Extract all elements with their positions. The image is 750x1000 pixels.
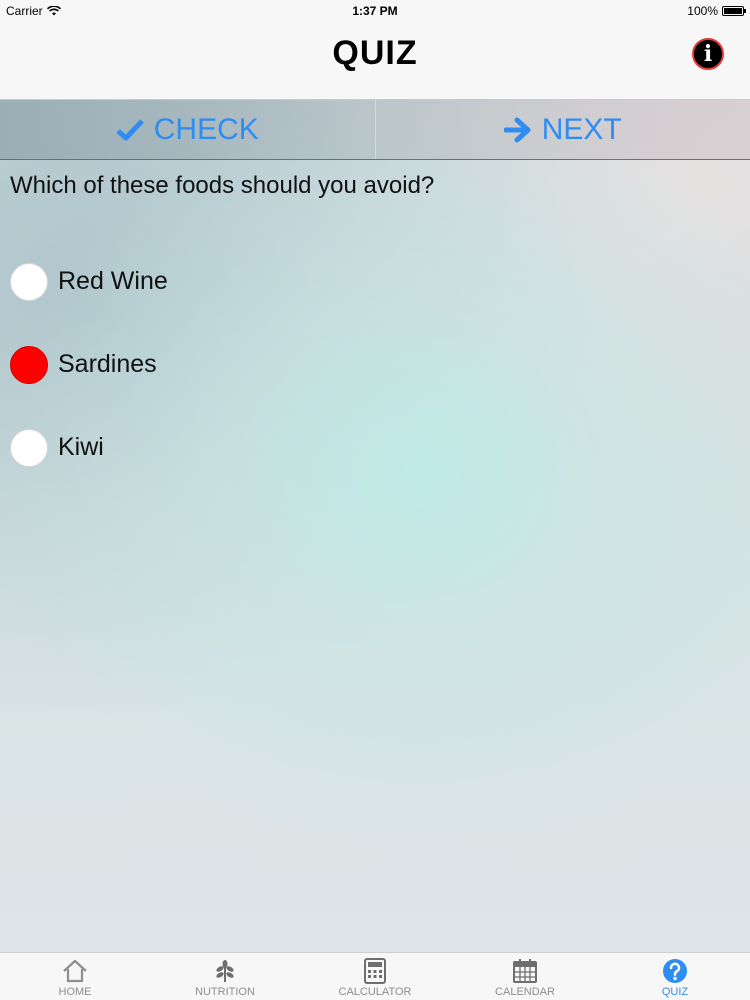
check-button[interactable]: CHECK xyxy=(0,100,375,159)
tab-calculator[interactable]: CALCULATOR xyxy=(300,953,450,1000)
next-label: NEXT xyxy=(541,112,622,146)
battery-info: 100% xyxy=(687,4,746,18)
question-icon xyxy=(663,959,687,983)
status-bar: Carrier 1:37 PM 100% xyxy=(0,0,750,22)
tab-label: NUTRITION xyxy=(195,986,255,998)
arrow-right-icon xyxy=(503,117,531,142)
tab-home[interactable]: HOME xyxy=(0,953,150,1000)
tab-bar: HOME NUTRITION CALCULATOR CALENDAR QUIZ xyxy=(0,952,750,1000)
page-title: QUIZ xyxy=(332,34,418,72)
leaf-icon xyxy=(216,960,234,982)
quiz-toolbar: CHECK NEXT xyxy=(0,100,750,160)
info-button[interactable]: i xyxy=(692,38,724,70)
checkmark-icon xyxy=(116,118,144,140)
option-kiwi[interactable]: Kiwi xyxy=(10,406,168,489)
option-sardines[interactable]: Sardines xyxy=(10,323,168,406)
battery-icon xyxy=(722,6,746,16)
tab-quiz[interactable]: QUIZ xyxy=(600,953,750,1000)
option-red-wine[interactable]: Red Wine xyxy=(10,240,168,323)
home-icon xyxy=(63,959,87,983)
tab-label: CALENDAR xyxy=(495,986,555,998)
radio-button-selected[interactable] xyxy=(10,345,48,384)
tab-label: CALCULATOR xyxy=(338,986,412,998)
tab-nutrition[interactable]: NUTRITION xyxy=(150,953,300,1000)
option-label: Red Wine xyxy=(58,267,168,295)
radio-button[interactable] xyxy=(10,262,48,301)
check-label: CHECK xyxy=(153,112,259,146)
question-text: Which of these foods should you avoid? xyxy=(10,172,435,199)
tab-label: HOME xyxy=(58,986,92,998)
info-icon: i xyxy=(703,41,713,67)
radio-button[interactable] xyxy=(10,428,48,467)
calculator-icon xyxy=(364,958,386,984)
option-label: Kiwi xyxy=(58,433,104,461)
tab-calendar[interactable]: CALENDAR xyxy=(450,953,600,1000)
calendar-icon xyxy=(513,959,537,983)
battery-label: 100% xyxy=(687,4,718,18)
navigation-bar: QUIZ i xyxy=(0,22,750,100)
status-time: 1:37 PM xyxy=(352,4,398,18)
option-label: Sardines xyxy=(58,350,157,378)
tab-label: QUIZ xyxy=(661,986,689,998)
answer-options: Red Wine Sardines Kiwi xyxy=(10,240,168,489)
next-button[interactable]: NEXT xyxy=(374,100,750,159)
